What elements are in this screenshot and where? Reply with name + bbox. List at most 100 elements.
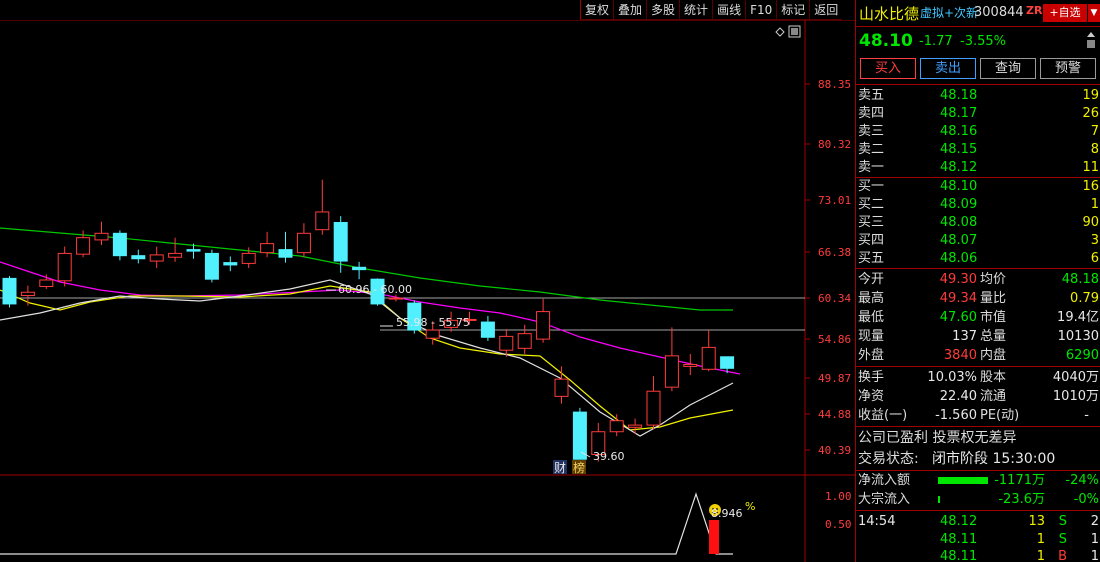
query-button[interactable]: 查询 [980,58,1036,79]
candle-body[interactable] [131,255,146,260]
candle-body[interactable] [39,279,54,287]
candle-body[interactable] [572,411,587,460]
bid-label: 买二 [858,197,885,212]
bid-volume: 6 [1090,251,1099,266]
stat-value: - [1084,408,1089,423]
candle-body[interactable] [499,335,514,351]
add-favorite-button[interactable]: +自选 [1043,4,1087,22]
ask-row-3[interactable]: 卖三 48.16 7 [856,122,1100,141]
candle-body[interactable] [112,232,127,257]
indicator-pct-value: 8.946 [711,507,743,520]
bid-row-3[interactable]: 买三 48.08 90 [856,213,1100,232]
sell-button[interactable]: 卖出 [920,58,976,79]
candle-body[interactable] [296,232,311,254]
candle-body[interactable] [388,297,403,300]
alert-button[interactable]: 预警 [1040,58,1096,79]
chart-diamond-icon[interactable] [775,27,785,37]
candle-body[interactable] [20,291,35,297]
favorite-dropdown-button[interactable]: ▼ [1088,4,1100,22]
stat-label: 最低 [858,310,885,325]
chart-window-icon[interactable] [788,25,801,38]
bid-price: 48.09 [940,197,978,212]
candle-body[interactable] [517,333,532,349]
tick-side: S [1058,514,1067,529]
candle-body[interactable] [149,254,164,262]
toolbar-multi-stock-button[interactable]: 多股 [646,0,680,20]
candle-body[interactable] [223,262,238,266]
candle-body[interactable] [628,424,643,428]
toolbar-f10-button[interactable]: F10 [745,0,777,20]
candle-body[interactable] [333,222,348,262]
bid-label: 买一 [858,179,885,194]
tag-bang-badge[interactable]: 榜 [572,460,586,475]
block-inflow-row[interactable]: 大宗流入 -23.6万 -0% [856,490,1100,509]
candle-body[interactable] [241,252,256,264]
toolbar-fuquan-button[interactable]: 复权 [580,0,614,20]
stock-concept-tag[interactable]: 虚拟+次新 [920,4,978,21]
kline-chart[interactable]: 88.35 80.32 73.01 66.38 60.34 54.86 49.8… [0,20,855,562]
annotation-mid-range: 55.98 - 55.75 [396,316,470,329]
candle-body[interactable] [683,363,698,367]
candle-body[interactable] [646,390,661,426]
stat-value: 0.79 [1070,291,1099,306]
price-tick-4: 60.34 [818,292,851,305]
toolbar-back-button[interactable]: 返回 [809,0,843,20]
candle-body[interactable] [76,237,91,255]
zr-badge[interactable]: ZR [1026,4,1042,17]
candle-body[interactable] [168,252,183,258]
price-tick-1: 80.32 [818,138,851,151]
candle-body[interactable] [260,243,275,254]
candle-body[interactable] [186,249,201,252]
candle-body[interactable] [480,321,495,338]
tick-row: 14:54 48.12 13 S 2 [856,512,1100,531]
stat-label: 今开 [858,272,885,287]
candle-body[interactable] [2,277,17,305]
bid-price: 48.07 [940,233,978,248]
ask-volume: 7 [1090,124,1099,139]
candle-body[interactable] [701,346,716,370]
indicator-tick-0: 1.00 [825,490,852,503]
candle-body[interactable] [94,232,109,241]
candle-body[interactable] [352,266,367,271]
candle-body[interactable] [57,252,72,282]
candle-body[interactable] [536,311,551,340]
bid-row-4[interactable]: 买四 48.07 3 [856,231,1100,250]
ask-price: 48.12 [940,160,978,175]
price-tick-6: 49.87 [818,372,851,385]
ask-row-4[interactable]: 卖四 48.17 26 [856,104,1100,123]
bid-row-5[interactable]: 买五 48.06 6 [856,249,1100,268]
tag-cai-badge[interactable]: 财 [553,460,567,475]
candle-body[interactable] [609,420,624,433]
candle-body[interactable] [425,329,440,339]
candle-body[interactable] [315,211,330,231]
bid-label: 买四 [858,233,885,248]
company-info[interactable]: 公司已盈利 投票权无差异 [856,429,1100,448]
toolbar-mark-button[interactable]: 标记 [776,0,810,20]
panel-scroll-icon[interactable] [1086,30,1096,50]
toolbar-draw-button[interactable]: 画线 [712,0,746,20]
bid-row-2[interactable]: 买二 48.09 1 [856,195,1100,214]
stat-label: PE(动) [980,408,1020,423]
net-inflow-row[interactable]: 净流入额 -1171万 -24% [856,471,1100,490]
ask-price: 48.18 [940,88,978,103]
bid-volume: 3 [1090,233,1099,248]
toolbar-overlay-button[interactable]: 叠加 [613,0,647,20]
candle-body[interactable] [720,356,735,369]
stat-label: 股本 [980,370,1007,385]
bid-row-1[interactable]: 买一 48.10 16 [856,177,1100,196]
buy-button[interactable]: 买入 [860,58,916,79]
candle-body[interactable] [204,252,219,280]
stat-label: 换手 [858,370,885,385]
ask-row-2[interactable]: 卖二 48.15 8 [856,140,1100,159]
stat-value: 47.60 [939,310,977,325]
candle-body[interactable] [664,355,679,388]
ask-volume: 11 [1082,160,1099,175]
candle-body[interactable] [278,249,293,258]
toolbar-stats-button[interactable]: 统计 [679,0,713,20]
candle-body[interactable] [554,378,569,397]
stat-label: 净资 [858,389,885,404]
ask-row-1[interactable]: 卖一 48.12 11 [856,158,1100,177]
stock-name: 山水比德 [859,5,920,23]
stat-row: 净资 22.40 流通 1010万 [856,387,1100,406]
ask-row-5[interactable]: 卖五 48.18 19 [856,86,1100,105]
